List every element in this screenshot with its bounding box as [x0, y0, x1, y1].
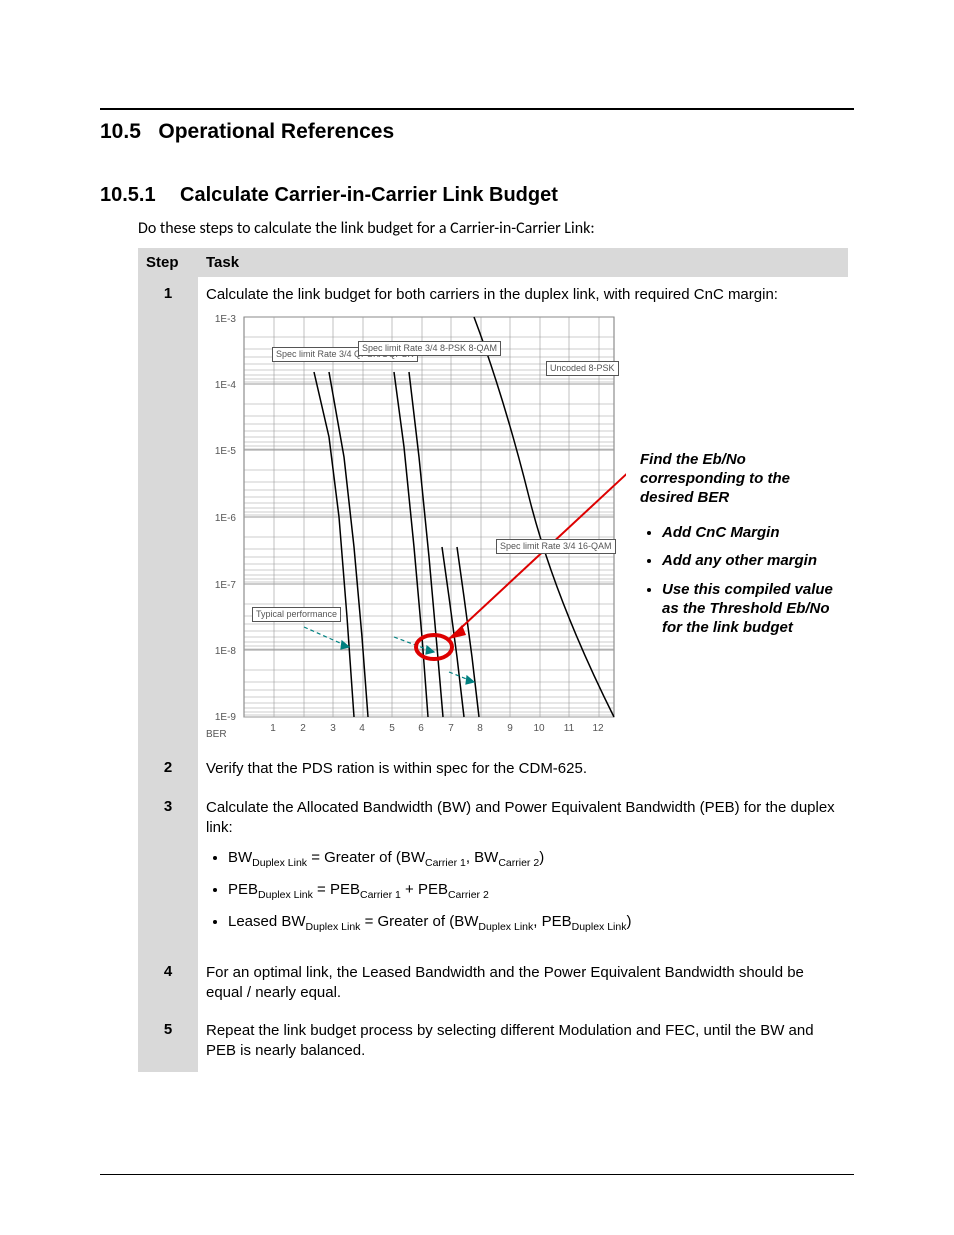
y-tick: 1E-8 [206, 645, 236, 659]
section-title: Operational References [158, 120, 394, 143]
subsection-heading: 10.5.1 Calculate Carrier-in-Carrier Link… [100, 184, 854, 207]
annotation-bullet: Use this compiled value as the Threshold… [662, 581, 840, 637]
y-axis-label: BER [206, 728, 227, 742]
step-task: Calculate the link budget for both carri… [198, 277, 848, 751]
table-row: 3 Calculate the Allocated Bandwidth (BW)… [138, 790, 848, 955]
y-tick: 1E-4 [206, 379, 236, 393]
steps-table: Step Task 1 Calculate the link budget fo… [138, 248, 848, 1072]
chart-annotations: Find the Eb/No corresponding to the desi… [640, 311, 840, 741]
x-tick: 6 [414, 722, 428, 736]
x-tick: 7 [444, 722, 458, 736]
table-row: 2 Verify that the PDS ration is within s… [138, 751, 848, 789]
y-tick: 1E-6 [206, 512, 236, 526]
x-tick: 12 [591, 722, 605, 736]
x-tick: 3 [326, 722, 340, 736]
task-text: Calculate the link budget for both carri… [206, 286, 778, 303]
bottom-rule [100, 1174, 854, 1175]
y-tick: 1E-5 [206, 445, 236, 459]
plot-label: Typical performance [252, 607, 341, 621]
step-number: 1 [138, 277, 198, 751]
x-tick: 5 [385, 722, 399, 736]
x-tick: 10 [532, 722, 546, 736]
y-tick: 1E-9 [206, 711, 236, 725]
chart-and-annotations: 1E-3 1E-4 1E-5 1E-6 1E-7 1E-8 1E-9 BER 1… [206, 311, 840, 741]
plot-label: Spec limit Rate 3/4 8-PSK 8-QAM [358, 341, 501, 355]
formula: Leased BWDuplex Link = Greater of (BWDup… [228, 912, 840, 934]
table-row: 5 Repeat the link budget process by sele… [138, 1013, 848, 1072]
step-number: 4 [138, 955, 198, 1014]
subsection-number: 10.5.1 [100, 184, 180, 207]
y-tick: 1E-3 [206, 313, 236, 327]
table-row: 4 For an optimal link, the Leased Bandwi… [138, 955, 848, 1014]
y-tick: 1E-7 [206, 579, 236, 593]
annotation-bullet: Add any other margin [662, 552, 840, 571]
formula: BWDuplex Link = Greater of (BWCarrier 1,… [228, 848, 840, 870]
annotation-bullet: Add CnC Margin [662, 524, 840, 543]
intro-text: Do these steps to calculate the link bud… [138, 219, 854, 238]
chart-svg [206, 311, 626, 741]
header-step: Step [138, 248, 198, 277]
step-task: Calculate the Allocated Bandwidth (BW) a… [198, 790, 848, 955]
formula: PEBDuplex Link = PEBCarrier 1 + PEBCarri… [228, 880, 840, 902]
top-rule [100, 108, 854, 110]
x-tick: 4 [355, 722, 369, 736]
step-task: Repeat the link budget process by select… [198, 1013, 848, 1072]
x-tick: 2 [296, 722, 310, 736]
formula-list: BWDuplex Link = Greater of (BWCarrier 1,… [228, 848, 840, 935]
annotation-lead: Find the Eb/No corresponding to the desi… [640, 451, 840, 507]
step-number: 5 [138, 1013, 198, 1072]
plot-label: Uncoded 8-PSK [546, 361, 619, 375]
header-task: Task [198, 248, 848, 277]
x-tick: 11 [562, 722, 576, 736]
step-task: For an optimal link, the Leased Bandwidt… [198, 955, 848, 1014]
step-number: 2 [138, 751, 198, 789]
step-task: Verify that the PDS ration is within spe… [198, 751, 848, 789]
ber-chart: 1E-3 1E-4 1E-5 1E-6 1E-7 1E-8 1E-9 BER 1… [206, 311, 626, 741]
task-text: Calculate the Allocated Bandwidth (BW) a… [206, 799, 835, 836]
x-tick: 8 [473, 722, 487, 736]
section-number: 10.5 [100, 120, 141, 143]
table-row: 1 Calculate the link budget for both car… [138, 277, 848, 751]
section-heading: 10.5 Operational References [100, 120, 854, 144]
x-tick: 9 [503, 722, 517, 736]
document-page: 10.5 Operational References 10.5.1 Calcu… [0, 0, 954, 1235]
subsection-title: Calculate Carrier-in-Carrier Link Budget [180, 184, 558, 207]
table-header-row: Step Task [138, 248, 848, 277]
x-tick: 1 [266, 722, 280, 736]
plot-label: Spec limit Rate 3/4 16-QAM [496, 539, 616, 553]
step-number: 3 [138, 790, 198, 955]
